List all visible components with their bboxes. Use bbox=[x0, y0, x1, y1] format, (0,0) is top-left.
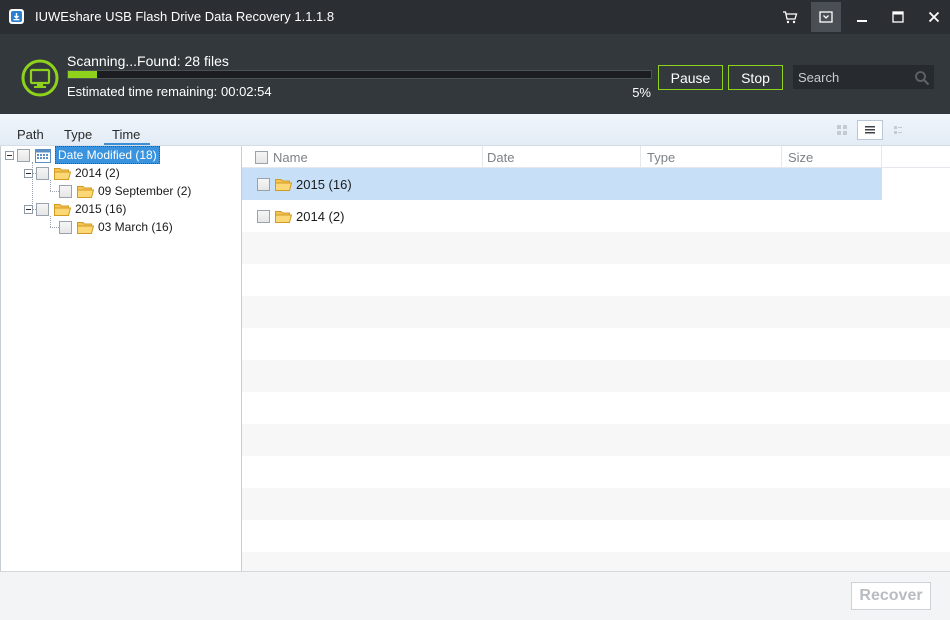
list-stripe bbox=[242, 456, 950, 488]
tree-item-03-march[interactable]: 03 March (16) bbox=[59, 218, 173, 236]
cart-icon bbox=[783, 11, 798, 24]
column-header-date[interactable]: Date bbox=[483, 146, 641, 168]
tree-checkbox[interactable] bbox=[36, 166, 49, 180]
tree-item-09-september[interactable]: 09 September (2) bbox=[59, 182, 191, 200]
time-remaining-value: 00:02:54 bbox=[221, 84, 272, 99]
folder-icon bbox=[77, 185, 94, 198]
dropdown-icon bbox=[819, 11, 833, 23]
collapse-icon[interactable] bbox=[24, 204, 33, 214]
folder-icon bbox=[54, 203, 71, 216]
footer-bar: Recover bbox=[0, 571, 950, 620]
tree-item-2015[interactable]: 2015 (16) bbox=[24, 200, 126, 218]
monitor-icon bbox=[21, 59, 59, 97]
column-name-label: Name bbox=[273, 149, 308, 165]
scan-status-text: Scanning...Found: 28 files bbox=[67, 53, 229, 69]
tree-item-label: Date Modified (18) bbox=[55, 146, 160, 164]
tree-item-label: 09 September (2) bbox=[98, 184, 192, 198]
list-stripe bbox=[242, 264, 950, 296]
list-stripe bbox=[242, 488, 950, 520]
progress-percent: 5% bbox=[632, 85, 651, 100]
close-button[interactable] bbox=[919, 2, 949, 32]
scan-progress-fill bbox=[68, 71, 98, 78]
select-all-checkbox[interactable] bbox=[255, 150, 268, 164]
pause-button[interactable]: Pause bbox=[658, 65, 723, 90]
list-stripe bbox=[242, 392, 950, 424]
folder-icon bbox=[77, 221, 94, 234]
scan-progress-bar bbox=[67, 70, 652, 79]
minimize-button[interactable] bbox=[847, 2, 877, 32]
app-icon bbox=[9, 9, 24, 24]
list-header: Name Date Type Size bbox=[242, 146, 950, 168]
recover-button[interactable]: Recover bbox=[851, 582, 931, 610]
list-item-name: 2014 (2) bbox=[296, 208, 345, 224]
list-stripe bbox=[242, 328, 950, 360]
list-stripe bbox=[242, 296, 950, 328]
list-stripe bbox=[242, 552, 950, 571]
list-stripe bbox=[242, 520, 950, 552]
window-title: IUWEshare USB Flash Drive Data Recovery … bbox=[35, 9, 335, 24]
list-item[interactable]: 2015 (16) bbox=[242, 168, 882, 200]
minimize-icon bbox=[857, 20, 867, 22]
folder-icon bbox=[54, 167, 71, 180]
column-header-size[interactable]: Size bbox=[782, 146, 882, 168]
maximize-button[interactable] bbox=[883, 2, 913, 32]
thumbnail-view-button[interactable] bbox=[829, 120, 855, 140]
row-checkbox[interactable] bbox=[257, 177, 270, 191]
tree-connector bbox=[50, 227, 59, 228]
close-icon bbox=[928, 11, 940, 23]
view-mode-tabs: Path Type Time bbox=[0, 114, 950, 146]
tree-item-label: 2015 (16) bbox=[75, 202, 127, 216]
tree-item-2014[interactable]: 2014 (2) bbox=[24, 164, 120, 182]
column-header-type[interactable]: Type bbox=[641, 146, 782, 168]
detail-view-button[interactable] bbox=[885, 120, 911, 140]
file-list: Name Date Type Size 2015 (16) 2014 (2) bbox=[242, 146, 950, 571]
detail-icon bbox=[894, 126, 902, 134]
folder-tree: Date Modified (18) 2014 (2) 09 September… bbox=[0, 146, 242, 571]
list-icon bbox=[865, 126, 875, 134]
calendar-icon bbox=[35, 148, 51, 163]
tree-checkbox[interactable] bbox=[59, 220, 72, 234]
tree-checkbox[interactable] bbox=[36, 202, 49, 216]
cart-button[interactable] bbox=[775, 2, 805, 32]
grid-icon bbox=[837, 125, 847, 135]
collapse-icon[interactable] bbox=[5, 150, 14, 160]
collapse-icon[interactable] bbox=[24, 168, 33, 178]
list-stripe bbox=[242, 232, 950, 264]
search-icon[interactable] bbox=[914, 70, 930, 86]
tree-connector bbox=[50, 191, 59, 192]
folder-icon bbox=[275, 178, 292, 191]
list-item[interactable]: 2014 (2) bbox=[242, 200, 882, 232]
row-checkbox[interactable] bbox=[257, 209, 270, 223]
menu-dropdown-button[interactable] bbox=[811, 2, 841, 32]
tab-type[interactable]: Type bbox=[64, 127, 92, 142]
scan-panel: Scanning...Found: 28 files Estimated tim… bbox=[0, 34, 950, 114]
tree-item-label: 03 March (16) bbox=[98, 220, 173, 234]
tab-time[interactable]: Time bbox=[104, 127, 150, 145]
title-bar: IUWEshare USB Flash Drive Data Recovery … bbox=[0, 0, 950, 34]
list-view-button[interactable] bbox=[857, 120, 883, 140]
column-header-name[interactable]: Name bbox=[255, 146, 483, 168]
tree-checkbox[interactable] bbox=[59, 184, 72, 198]
folder-icon bbox=[275, 210, 292, 223]
tree-item-label: 2014 (2) bbox=[75, 166, 120, 180]
time-remaining-label: Estimated time remaining: bbox=[67, 84, 218, 99]
stop-button[interactable]: Stop bbox=[728, 65, 783, 90]
search-box bbox=[793, 65, 934, 89]
search-input[interactable] bbox=[798, 69, 908, 85]
tree-item-date-modified[interactable]: Date Modified (18) bbox=[5, 146, 160, 164]
tree-checkbox[interactable] bbox=[17, 148, 30, 162]
list-stripe bbox=[242, 424, 950, 456]
tab-path[interactable]: Path bbox=[17, 127, 44, 142]
maximize-icon bbox=[892, 11, 904, 23]
list-stripe bbox=[242, 360, 950, 392]
list-item-name: 2015 (16) bbox=[296, 176, 352, 192]
